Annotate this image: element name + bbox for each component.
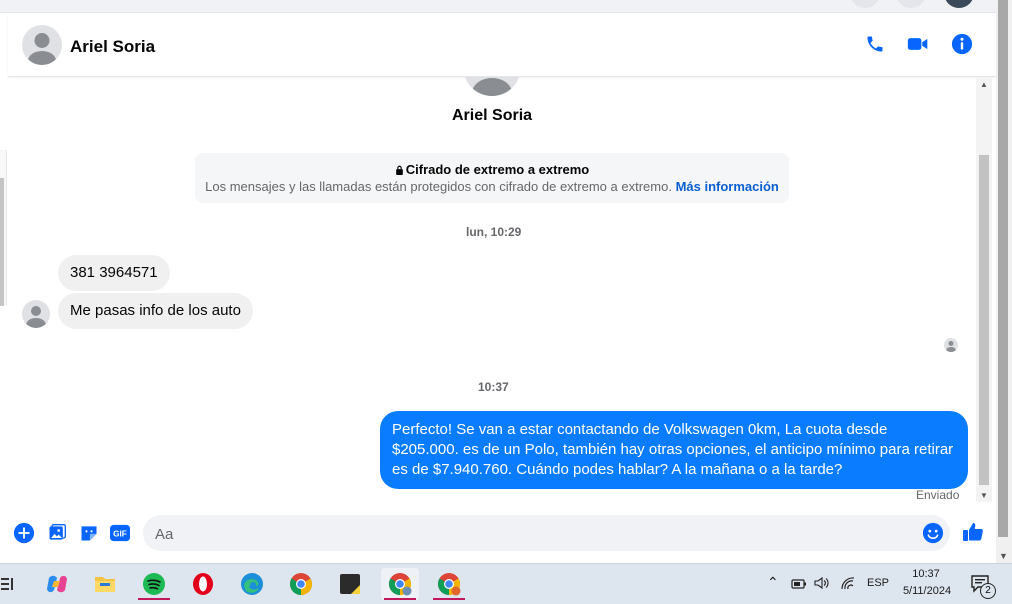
page-scroll-down-arrow[interactable]: ▼	[999, 551, 1008, 561]
message-composer[interactable]	[143, 515, 950, 553]
running-indicator	[138, 598, 170, 600]
chrome-profile-icon-2[interactable]	[430, 568, 468, 600]
wifi-icon[interactable]	[840, 576, 856, 595]
input-language[interactable]: ESP	[867, 577, 889, 589]
audio-call-icon[interactable]	[862, 31, 888, 57]
like-icon[interactable]	[961, 520, 985, 544]
encryption-body-row: Los mensajes y las llamadas están proteg…	[195, 179, 789, 194]
scroll-down-arrow[interactable]: ▼	[980, 491, 988, 500]
messages-scrollbar[interactable]: ▲ ▼	[976, 78, 992, 502]
outgoing-message[interactable]: Perfecto! Se van a estar contactando de …	[380, 411, 968, 489]
timestamp-divider: lun, 10:29	[466, 225, 522, 239]
running-indicator	[433, 598, 465, 600]
plus-icon[interactable]	[12, 521, 36, 545]
profile-name: Ariel Soria	[452, 107, 533, 124]
incoming-message[interactable]: 381 3964571	[58, 255, 170, 291]
encryption-title-row: Cifrado de extremo a extremo	[195, 162, 789, 177]
opera-icon[interactable]	[184, 568, 222, 600]
chrome-profile-icon[interactable]	[381, 568, 419, 600]
battery-icon[interactable]	[791, 577, 807, 595]
incoming-message[interactable]: Me pasas info de los auto	[58, 293, 253, 329]
contact-name-label[interactable]: Ariel Soria	[70, 37, 155, 57]
file-explorer-icon[interactable]	[86, 568, 124, 600]
running-indicator	[384, 598, 416, 600]
notification-icon[interactable]: 2	[970, 573, 996, 599]
message-status: Enviado	[916, 488, 960, 502]
sender-avatar[interactable]	[22, 300, 50, 328]
clock-date[interactable]: 5/11/2024	[898, 585, 956, 597]
scroll-up-arrow[interactable]: ▲	[980, 80, 988, 89]
copilot-icon[interactable]	[38, 568, 76, 600]
sticker-icon[interactable]	[77, 521, 101, 545]
timestamp-divider: 10:37	[478, 380, 509, 394]
page-scrollbar[interactable]: ▼	[996, 0, 1012, 563]
top-avatar	[944, 0, 974, 8]
page-scrollbar-thumb[interactable]	[998, 0, 1008, 537]
top-circle	[896, 0, 926, 8]
top-circle	[850, 0, 880, 8]
chevron-up-icon[interactable]: ⌃	[767, 574, 779, 591]
contact-avatar[interactable]	[22, 25, 62, 65]
conversation-info-icon[interactable]	[949, 31, 975, 57]
clock-time[interactable]: 10:37	[900, 568, 952, 580]
gif-icon[interactable]: GIF	[108, 521, 132, 545]
more-info-link[interactable]: Más información	[676, 179, 779, 194]
speaker-icon[interactable]	[814, 576, 830, 595]
windows-taskbar: ⌃ ESP 10:37 5/11/2024 2	[0, 563, 1012, 604]
spotify-icon[interactable]	[135, 568, 173, 600]
sticky-notes-icon[interactable]	[331, 568, 369, 600]
emoji-icon[interactable]	[921, 521, 945, 545]
edge-icon[interactable]	[233, 568, 271, 600]
top-strip	[0, 0, 996, 13]
encryption-body: Los mensajes y las llamadas están proteg…	[205, 179, 672, 194]
task-view-icon[interactable]	[0, 576, 14, 592]
read-receipt-avatar	[944, 338, 958, 352]
svg-text:GIF: GIF	[113, 530, 127, 539]
messages-scrollbar-thumb[interactable]	[979, 155, 989, 485]
left-scrollbar[interactable]	[0, 178, 4, 306]
image-icon[interactable]	[45, 521, 69, 545]
message-input[interactable]	[153, 515, 917, 553]
encryption-title: Cifrado de extremo a extremo	[405, 162, 590, 177]
notification-badge: 2	[980, 583, 996, 599]
lock-icon	[395, 165, 403, 175]
video-call-icon[interactable]	[905, 31, 931, 57]
chrome-icon[interactable]	[282, 568, 320, 600]
encryption-notice: Cifrado de extremo a extremo Los mensaje…	[195, 153, 789, 203]
header-background: Ariel Soria	[8, 13, 996, 77]
